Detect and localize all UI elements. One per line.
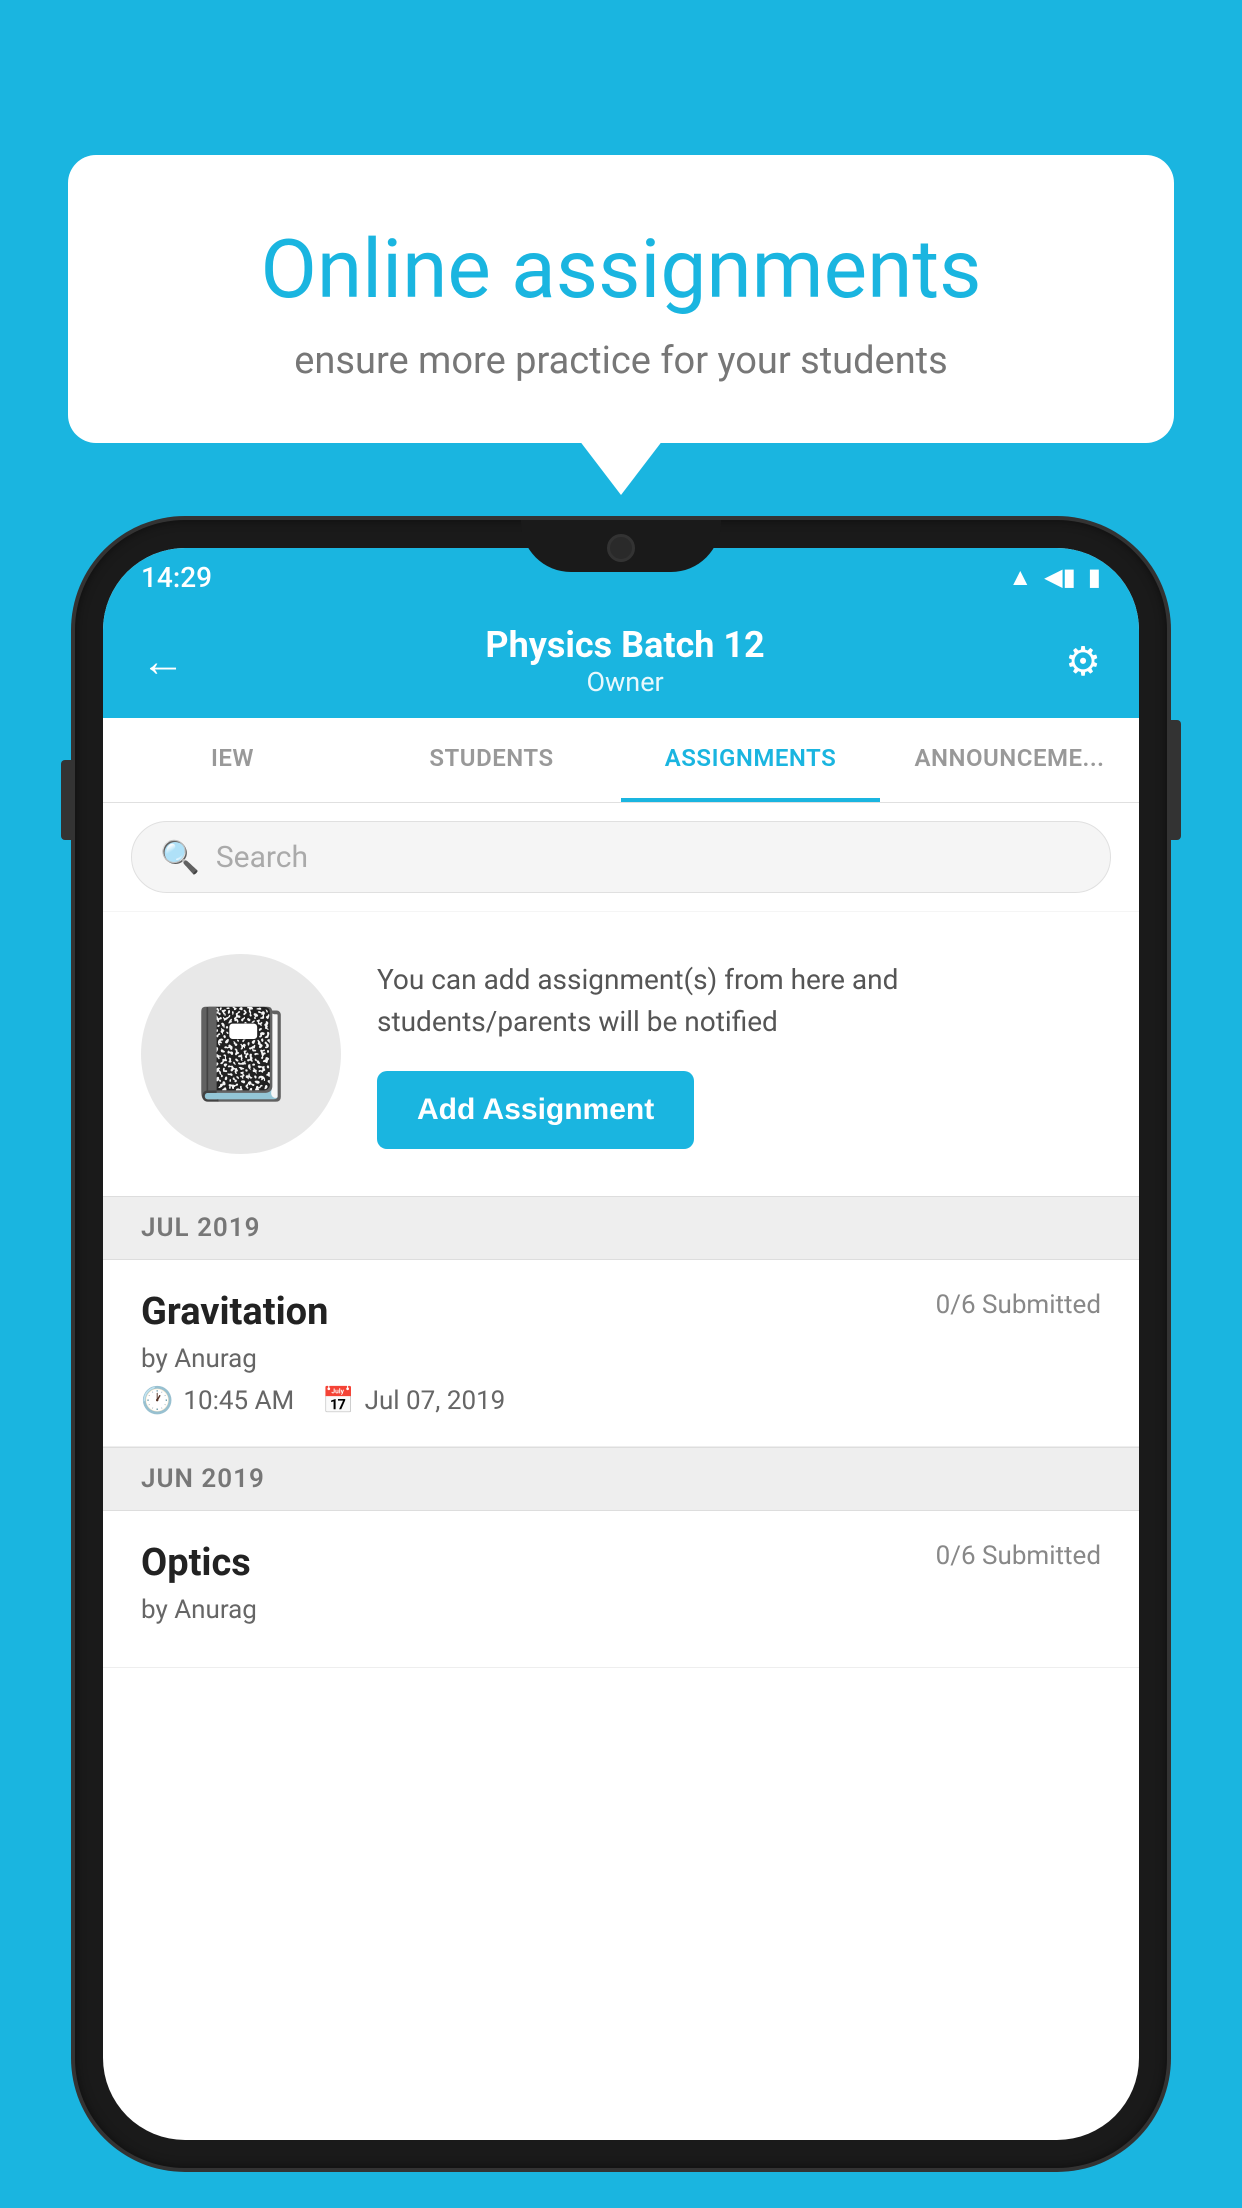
volume-button bbox=[61, 760, 71, 840]
back-button[interactable]: ← bbox=[141, 635, 185, 687]
battery-icon: ▮ bbox=[1088, 563, 1101, 591]
assignment-meta: 🕐 10:45 AM 📅 Jul 07, 2019 bbox=[141, 1386, 1101, 1416]
assignment-text-area: You can add assignment(s) from here and … bbox=[377, 959, 1101, 1149]
bubble-subtitle: ensure more practice for your students bbox=[148, 339, 1094, 383]
tab-iew[interactable]: IEW bbox=[103, 718, 362, 802]
assignment-item-header: Gravitation 0/6 Submitted bbox=[141, 1290, 1101, 1334]
phone-screen: 14:29 ▲ ◀▮ ▮ ← Physics Batch 12 Owner ⚙ … bbox=[103, 548, 1139, 2140]
phone-notch bbox=[521, 520, 721, 572]
app-bar-subtitle: Owner bbox=[485, 666, 764, 698]
app-bar-title-group: Physics Batch 12 Owner bbox=[485, 624, 764, 698]
section-header-jul: JUL 2019 bbox=[103, 1196, 1139, 1260]
phone-camera bbox=[607, 534, 635, 562]
assignment-item-header-optics: Optics 0/6 Submitted bbox=[141, 1541, 1101, 1585]
app-bar: ← Physics Batch 12 Owner ⚙ bbox=[103, 606, 1139, 718]
add-assignment-section: 📓 You can add assignment(s) from here an… bbox=[103, 912, 1139, 1196]
assignment-by-optics: by Anurag bbox=[141, 1595, 1101, 1625]
assignment-icon-circle: 📓 bbox=[141, 954, 341, 1154]
tabs: IEW STUDENTS ASSIGNMENTS ANNOUNCEME... bbox=[103, 718, 1139, 803]
wifi-icon: ▲ bbox=[1008, 563, 1032, 592]
tab-students[interactable]: STUDENTS bbox=[362, 718, 621, 802]
search-input[interactable]: 🔍 Search bbox=[131, 821, 1111, 893]
assignment-name: Gravitation bbox=[141, 1290, 328, 1334]
phone-outer: 14:29 ▲ ◀▮ ▮ ← Physics Batch 12 Owner ⚙ … bbox=[75, 520, 1167, 2168]
app-bar-title: Physics Batch 12 bbox=[485, 624, 764, 666]
assignment-by: by Anurag bbox=[141, 1344, 1101, 1374]
phone: 14:29 ▲ ◀▮ ▮ ← Physics Batch 12 Owner ⚙ … bbox=[75, 520, 1167, 2168]
calendar-icon: 📅 bbox=[322, 1386, 354, 1416]
assignment-item-optics[interactable]: Optics 0/6 Submitted by Anurag bbox=[103, 1511, 1139, 1668]
assignment-status: 0/6 Submitted bbox=[936, 1290, 1101, 1320]
meta-time: 🕐 10:45 AM bbox=[141, 1386, 294, 1416]
tab-announcements[interactable]: ANNOUNCEME... bbox=[880, 718, 1139, 802]
search-icon: 🔍 bbox=[160, 838, 200, 876]
assignment-item-gravitation[interactable]: Gravitation 0/6 Submitted by Anurag 🕐 10… bbox=[103, 1260, 1139, 1447]
section-header-jun: JUN 2019 bbox=[103, 1447, 1139, 1511]
bubble-title: Online assignments bbox=[148, 223, 1094, 317]
status-time: 14:29 bbox=[141, 561, 212, 594]
clock-icon: 🕐 bbox=[141, 1386, 173, 1416]
search-placeholder: Search bbox=[216, 840, 308, 875]
meta-date: 📅 Jul 07, 2019 bbox=[322, 1386, 505, 1416]
tab-assignments[interactable]: ASSIGNMENTS bbox=[621, 718, 880, 802]
power-button bbox=[1171, 720, 1181, 840]
add-assignment-button[interactable]: Add Assignment bbox=[377, 1071, 694, 1149]
search-container: 🔍 Search bbox=[103, 803, 1139, 911]
settings-icon[interactable]: ⚙ bbox=[1065, 638, 1101, 685]
content-area: 🔍 Search 📓 You can add assignment(s) fro… bbox=[103, 803, 1139, 1668]
assignment-description: You can add assignment(s) from here and … bbox=[377, 959, 1101, 1043]
assignment-status-optics: 0/6 Submitted bbox=[936, 1541, 1101, 1571]
meta-date-value: Jul 07, 2019 bbox=[365, 1386, 506, 1416]
notebook-icon: 📓 bbox=[185, 1002, 297, 1107]
speech-bubble-container: Online assignments ensure more practice … bbox=[68, 155, 1174, 443]
meta-time-value: 10:45 AM bbox=[183, 1386, 294, 1416]
status-icons: ▲ ◀▮ ▮ bbox=[1008, 563, 1101, 592]
signal-icon: ◀▮ bbox=[1044, 563, 1076, 591]
speech-bubble: Online assignments ensure more practice … bbox=[68, 155, 1174, 443]
assignment-name-optics: Optics bbox=[141, 1541, 251, 1585]
